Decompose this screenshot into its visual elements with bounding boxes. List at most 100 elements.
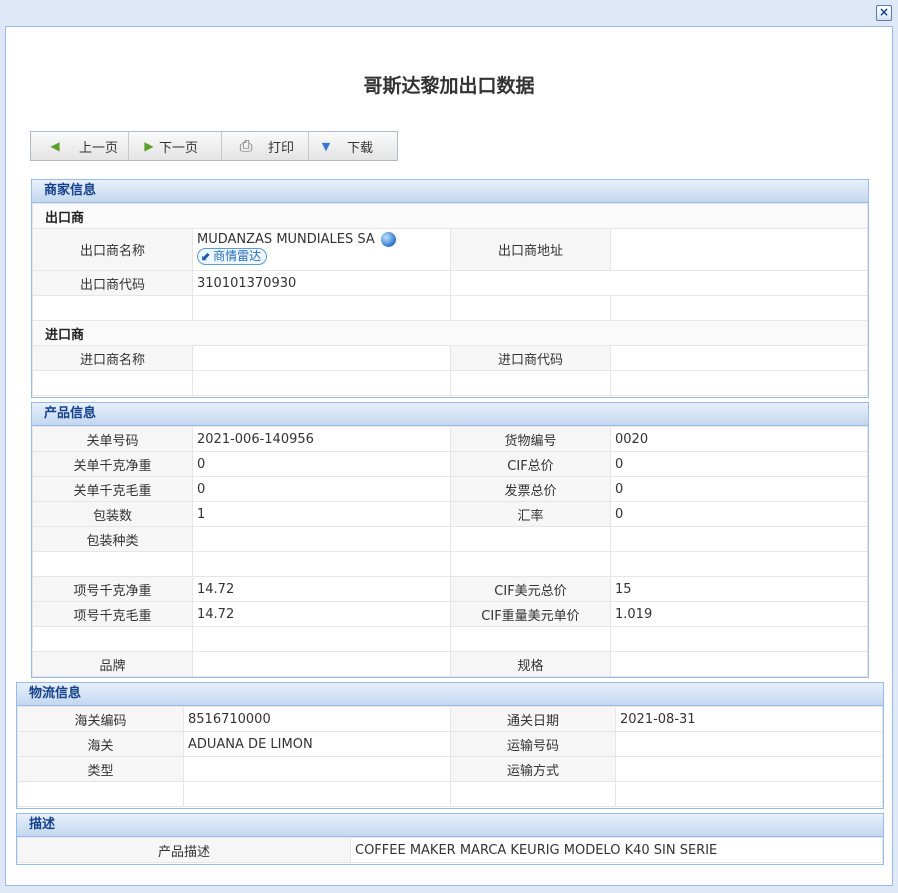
empty-cell xyxy=(192,295,451,321)
transport-no-label: 运输号码 xyxy=(450,731,616,757)
empty-cell xyxy=(450,781,616,807)
logistics-table: 海关编码 8516710000 通关日期 2021-08-31 海关 ADUAN… xyxy=(17,706,883,807)
product-desc-label: 产品描述 xyxy=(17,837,351,863)
arrow-down-icon: ▼ xyxy=(321,139,331,153)
item-no-label: 货物编号 xyxy=(450,426,611,452)
detail-window: 哥斯达黎加出口数据 ◀ 上一页 ▶ 下一页 ⎙ 打印 ▼ 下载 商家信息 出口商… xyxy=(5,26,893,886)
exporter-address-label: 出口商地址 xyxy=(450,228,611,271)
spec-label: 规格 xyxy=(450,651,611,677)
empty-cell xyxy=(183,781,451,807)
package-type-value xyxy=(192,526,451,552)
transport-no-value xyxy=(615,731,883,757)
empty-cell xyxy=(192,626,451,652)
item-gross-kg-value: 14.72 xyxy=(192,601,451,627)
importer-name-value xyxy=(192,345,451,371)
cif-usd-total-label: CIF美元总价 xyxy=(450,576,611,602)
exporter-name-cell: MUDANZAS MUNDIALES SA ⬋ 商情雷达 xyxy=(192,228,451,271)
customs-value: ADUANA DE LIMON xyxy=(183,731,451,757)
empty-cell xyxy=(32,626,193,652)
next-page-button[interactable]: ▶ 下一页 xyxy=(129,132,222,160)
package-type-label: 包装种类 xyxy=(32,526,193,552)
empty-cell xyxy=(610,551,868,577)
toolbar: ◀ 上一页 ▶ 下一页 ⎙ 打印 ▼ 下载 xyxy=(30,131,398,161)
item-no-value: 0020 xyxy=(610,426,868,452)
description-section-header: 描述 xyxy=(17,814,883,837)
prev-page-button[interactable]: ◀ 上一页 xyxy=(31,132,129,160)
print-label: 打印 xyxy=(268,140,295,156)
description-table: 产品描述 COFFEE MAKER MARCA KEURIG MODELO K4… xyxy=(17,837,883,863)
type-label: 类型 xyxy=(17,756,184,782)
item-net-kg-label: 项号千克净重 xyxy=(32,576,193,602)
brand-label: 品牌 xyxy=(32,651,193,677)
decl-net-kg-value: 0 xyxy=(192,451,451,477)
packages-value: 1 xyxy=(192,501,451,527)
empty-cell xyxy=(450,551,611,577)
printer-icon: ⎙ xyxy=(239,136,253,155)
next-page-label: 下一页 xyxy=(159,140,199,156)
empty-cell xyxy=(32,551,193,577)
product-section-header: 产品信息 xyxy=(32,403,868,426)
declaration-no-label: 关单号码 xyxy=(32,426,193,452)
cif-weight-usd-unit-value: 1.019 xyxy=(610,601,868,627)
empty-cell xyxy=(615,781,883,807)
product-desc-value: COFFEE MAKER MARCA KEURIG MODELO K40 SIN… xyxy=(350,837,883,863)
empty-cell xyxy=(610,295,868,321)
logistics-section-header: 物流信息 xyxy=(17,683,883,706)
exporter-name-label: 出口商名称 xyxy=(32,228,193,271)
radar-arrow-icon: ⬋ xyxy=(201,249,212,263)
cif-usd-total-value: 15 xyxy=(610,576,868,602)
exporter-subheader: 出口商 xyxy=(32,203,868,229)
declaration-no-value: 2021-006-140956 xyxy=(192,426,451,452)
type-value xyxy=(183,756,451,782)
close-button[interactable]: × xyxy=(876,5,892,21)
empty-cell xyxy=(17,781,184,807)
logistics-section: 物流信息 海关编码 8516710000 通关日期 2021-08-31 海关 … xyxy=(16,682,884,809)
invoice-total-label: 发票总价 xyxy=(450,476,611,502)
cif-weight-usd-unit-label: CIF重量美元单价 xyxy=(450,601,611,627)
cif-total-value: 0 xyxy=(610,451,868,477)
importer-subheader: 进口商 xyxy=(32,320,868,346)
item-net-kg-value: 14.72 xyxy=(192,576,451,602)
exporter-code-value: 310101370930 xyxy=(192,270,451,296)
empty-cell xyxy=(450,626,611,652)
download-button[interactable]: ▼ 下载 xyxy=(309,132,397,160)
empty-cell xyxy=(450,526,611,552)
exchange-rate-label: 汇率 xyxy=(450,501,611,527)
empty-cell xyxy=(192,370,451,396)
exporter-address-value xyxy=(610,228,868,271)
empty-cell xyxy=(610,370,868,396)
empty-cell xyxy=(450,270,868,296)
exchange-rate-value: 0 xyxy=(610,501,868,527)
page-title: 哥斯达黎加出口数据 xyxy=(363,75,535,97)
empty-cell xyxy=(32,295,193,321)
business-radar-label: 商情雷达 xyxy=(213,249,262,263)
cif-total-label: CIF总价 xyxy=(450,451,611,477)
merchant-table: 出口商 出口商名称 MUDANZAS MUNDIALES SA ⬋ 商情雷达 出口… xyxy=(32,203,868,396)
business-radar-button[interactable]: ⬋ 商情雷达 xyxy=(197,248,268,265)
arrow-right-icon: ▶ xyxy=(144,139,154,153)
brand-value xyxy=(192,651,451,677)
merchant-section: 商家信息 出口商 出口商名称 MUDANZAS MUNDIALES SA ⬋ 商情… xyxy=(31,179,869,398)
arrow-left-icon: ◀ xyxy=(50,139,60,153)
hs-code-value: 8516710000 xyxy=(183,706,451,732)
globe-icon[interactable] xyxy=(380,232,396,247)
empty-cell xyxy=(32,370,193,396)
prev-page-label: 上一页 xyxy=(79,140,119,156)
empty-cell xyxy=(450,370,611,396)
product-section: 产品信息 关单号码 2021-006-140956 货物编号 0020 关单千克… xyxy=(31,402,869,678)
invoice-total-value: 0 xyxy=(610,476,868,502)
print-button[interactable]: ⎙ 打印 xyxy=(222,132,309,160)
packages-label: 包装数 xyxy=(32,501,193,527)
empty-cell xyxy=(450,295,611,321)
hs-code-label: 海关编码 xyxy=(17,706,184,732)
merchant-section-header: 商家信息 xyxy=(32,180,868,203)
empty-cell xyxy=(610,626,868,652)
empty-cell xyxy=(610,526,868,552)
clearance-date-value: 2021-08-31 xyxy=(615,706,883,732)
download-label: 下载 xyxy=(347,140,374,156)
item-gross-kg-label: 项号千克毛重 xyxy=(32,601,193,627)
decl-gross-kg-value: 0 xyxy=(192,476,451,502)
description-section: 描述 产品描述 COFFEE MAKER MARCA KEURIG MODELO… xyxy=(16,813,884,865)
exporter-code-label: 出口商代码 xyxy=(32,270,193,296)
importer-code-label: 进口商代码 xyxy=(450,345,611,371)
